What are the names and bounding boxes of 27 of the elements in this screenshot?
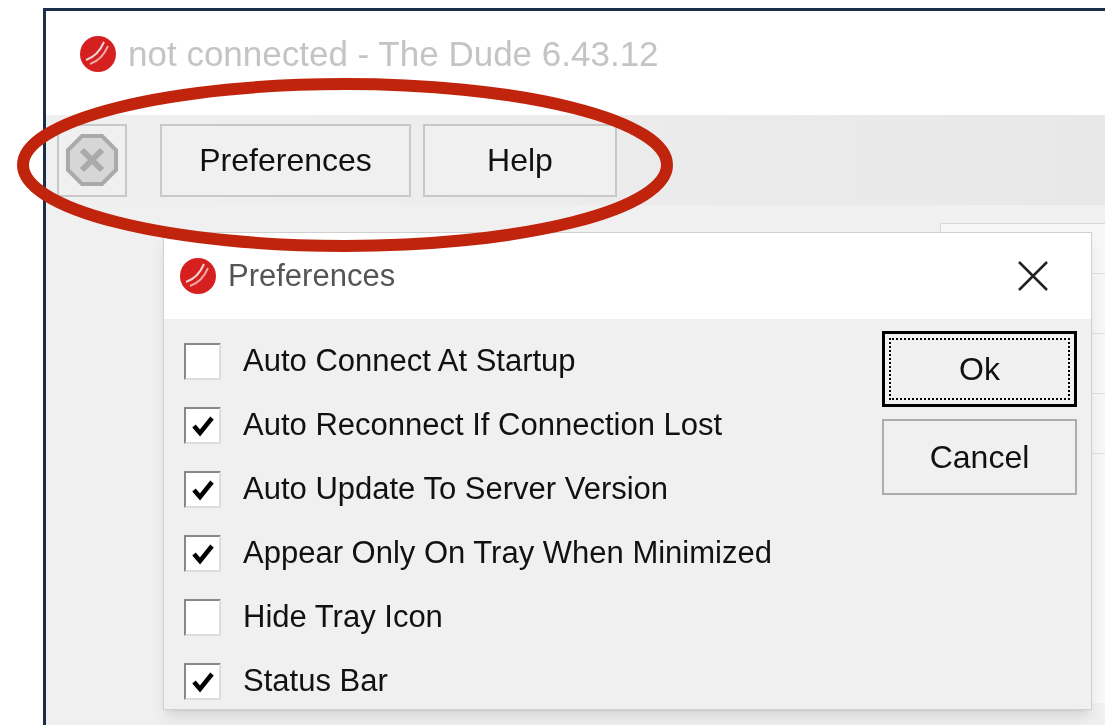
disconnect-icon [65, 133, 119, 187]
check-icon [190, 542, 215, 565]
option-label: Auto Update To Server Version [243, 470, 669, 509]
disconnect-button[interactable] [57, 123, 127, 197]
option-label: Status Bar [243, 662, 388, 701]
toolbar-button[interactable]: Preferences [160, 123, 411, 197]
checkbox[interactable] [184, 471, 221, 508]
option-label: Auto Connect At Startup [243, 342, 576, 381]
checkbox[interactable] [184, 343, 221, 380]
dialog-button[interactable]: Ok [882, 331, 1077, 407]
logo-icon [78, 34, 118, 74]
check-icon [190, 414, 215, 437]
checkbox[interactable] [184, 663, 221, 700]
checkbox[interactable] [184, 599, 221, 636]
dialog-title: Preferences [228, 256, 397, 295]
option-label: Auto Reconnect If Connection Lost [243, 406, 723, 445]
logo-icon [178, 256, 218, 296]
option-label: Hide Tray Icon [243, 598, 443, 637]
check-icon [190, 478, 215, 501]
close-icon [1017, 260, 1049, 292]
check-icon [190, 670, 215, 693]
dialog-button[interactable]: Cancel [882, 419, 1077, 495]
checkbox[interactable] [184, 407, 221, 444]
checkbox[interactable] [184, 535, 221, 572]
window-title: not connected - The Dude 6.43.12 [128, 32, 659, 75]
option-label: Appear Only On Tray When Minimized [243, 534, 772, 573]
toolbar-button[interactable]: Help [423, 123, 617, 197]
